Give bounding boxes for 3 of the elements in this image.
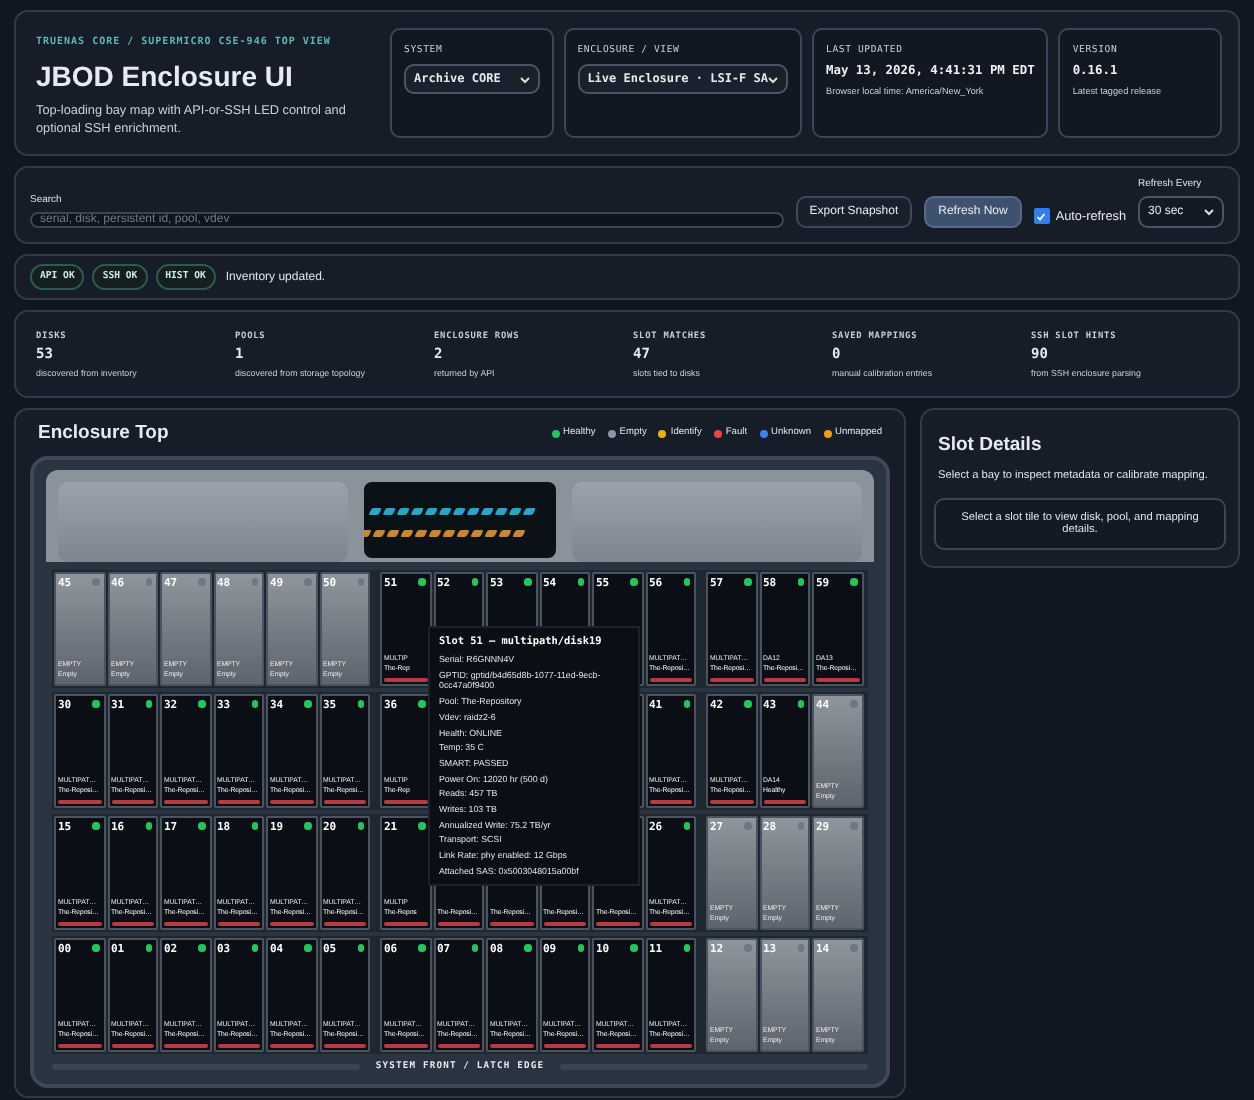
panel-title: Enclosure Top xyxy=(38,422,169,444)
panel-title: Slot Details xyxy=(938,434,1044,456)
app-title: JBOD Enclosure UI xyxy=(36,60,295,92)
